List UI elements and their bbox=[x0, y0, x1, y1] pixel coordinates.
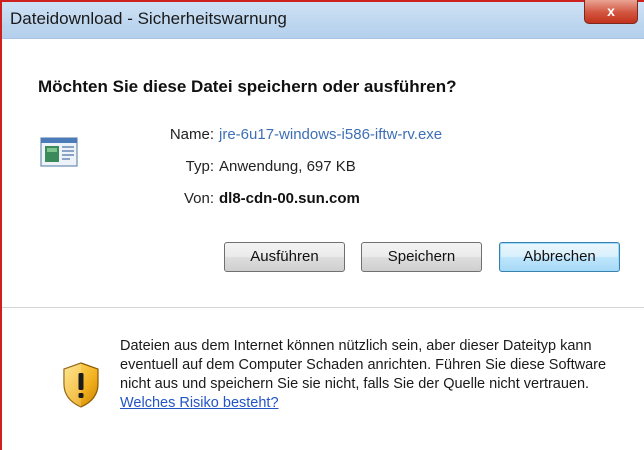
close-button[interactable]: x bbox=[584, 0, 638, 24]
window-title: Dateidownload - Sicherheitswarnung bbox=[10, 9, 287, 28]
run-button[interactable]: Ausführen bbox=[224, 242, 345, 272]
from-label: Von: bbox=[183, 190, 214, 207]
risk-info-link[interactable]: Welches Risiko besteht? bbox=[120, 395, 279, 411]
name-label: Name: bbox=[169, 126, 214, 143]
cancel-button[interactable]: Abbrechen bbox=[499, 242, 620, 272]
close-icon: x bbox=[607, 3, 615, 19]
source-host-value: dl8-cdn-00.sun.com bbox=[219, 190, 360, 207]
dialog-content: Möchten Sie diese Datei speichern oder a… bbox=[2, 39, 644, 450]
download-dialog-window: Dateidownload - Sicherheitswarnung x Möc… bbox=[0, 0, 644, 450]
security-warning-text: Dateien aus dem Internet können nützlich… bbox=[120, 337, 630, 413]
type-label: Typ: bbox=[185, 158, 214, 175]
file-name-value: jre-6u17-windows-i586-iftw-rv.exe bbox=[219, 126, 443, 143]
save-button[interactable]: Speichern bbox=[361, 242, 482, 272]
dialog-question: Möchten Sie diese Datei speichern oder a… bbox=[38, 77, 457, 96]
file-type-value: Anwendung, 697 KB bbox=[219, 158, 356, 175]
warning-message: Dateien aus dem Internet können nützlich… bbox=[120, 338, 607, 392]
separator bbox=[2, 307, 644, 308]
security-shield-icon bbox=[63, 362, 99, 408]
title-bar[interactable]: Dateidownload - Sicherheitswarnung x bbox=[2, 0, 644, 39]
